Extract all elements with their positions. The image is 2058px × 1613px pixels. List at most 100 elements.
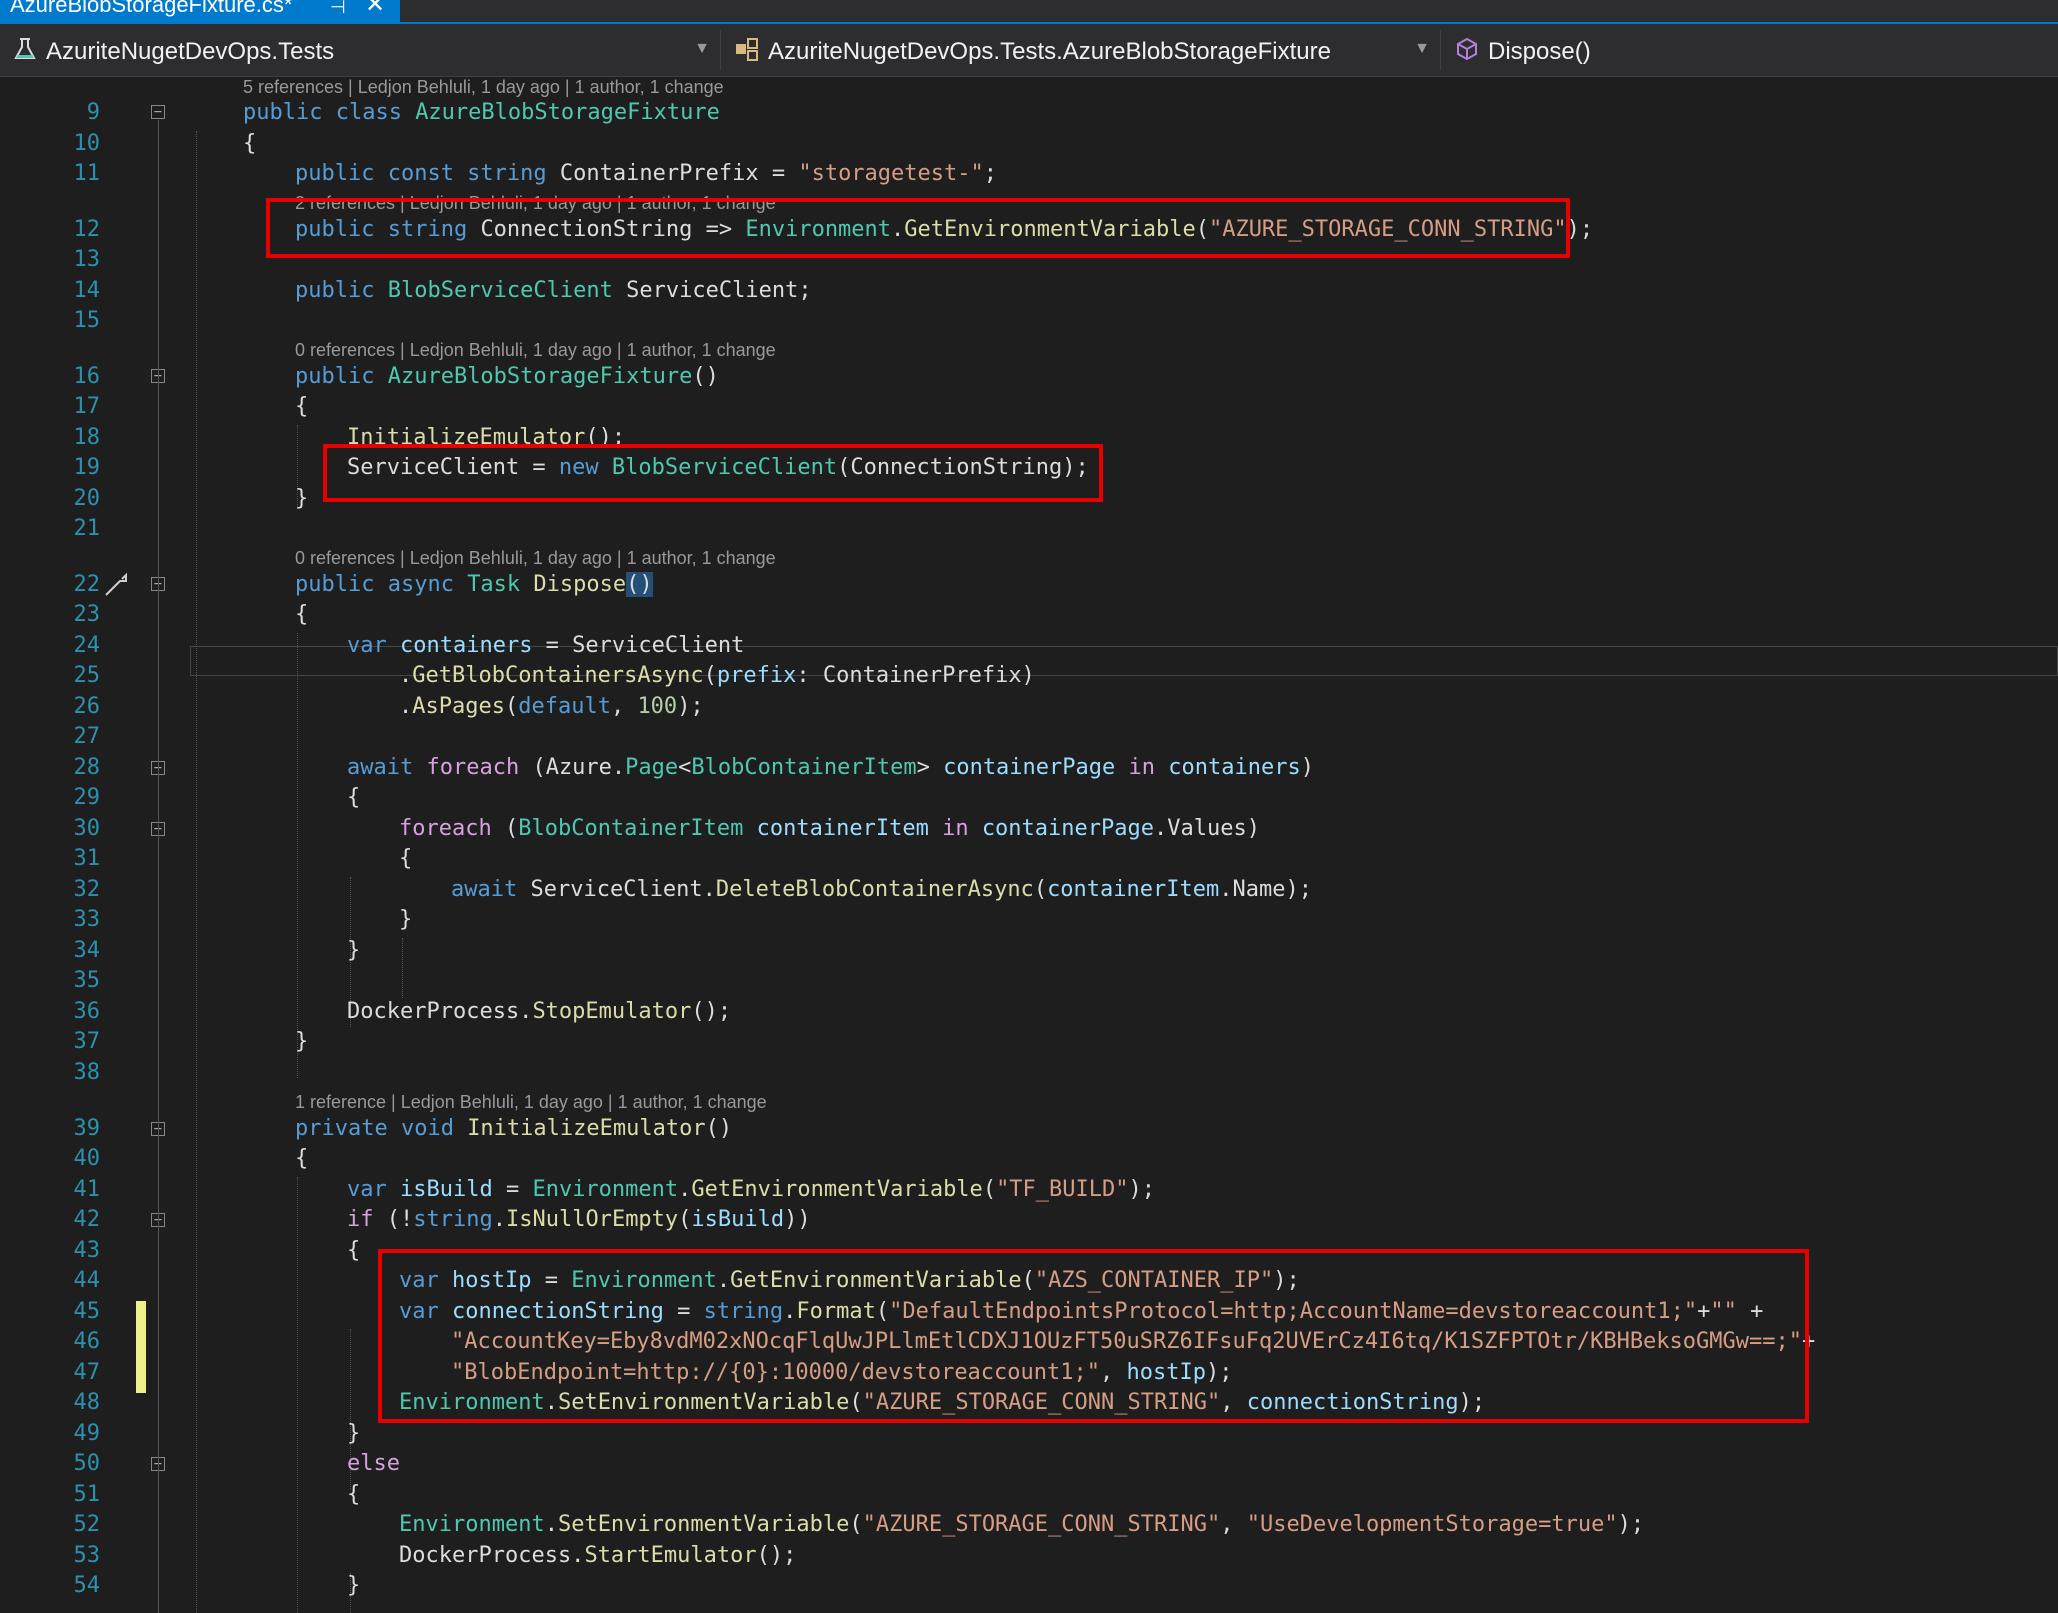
- code-line-31: {: [399, 846, 413, 871]
- highlight-box: [266, 198, 1570, 258]
- code-line-34: }: [347, 938, 361, 963]
- code-line-10: {: [243, 131, 257, 156]
- pin-icon[interactable]: ⊣: [330, 0, 346, 18]
- line-number: 18: [73, 425, 101, 450]
- code-line-9: public class AzureBlobStorageFixture: [243, 100, 720, 125]
- line-number: 37: [73, 1029, 101, 1054]
- code-line-26: .AsPages(default, 100);: [399, 694, 704, 719]
- chevron-down-icon[interactable]: ▼: [1414, 40, 1430, 58]
- line-number: 46: [73, 1329, 101, 1354]
- fold-line: [158, 120, 159, 1613]
- line-number: 25: [73, 663, 101, 688]
- code-line-40: {: [295, 1146, 309, 1171]
- line-number: 39: [73, 1116, 101, 1141]
- codelens[interactable]: 5 references | Ledjon Behluli, 1 day ago…: [243, 77, 724, 98]
- code-line-33: }: [399, 907, 413, 932]
- screwdriver-icon[interactable]: [102, 571, 130, 599]
- navigation-bar: AzuriteNugetDevOps.Tests ▼ AzuriteNugetD…: [0, 24, 2058, 77]
- codelens[interactable]: 0 references | Ledjon Behluli, 1 day ago…: [295, 548, 776, 569]
- line-number: 40: [73, 1146, 101, 1171]
- line-number: 26: [73, 694, 101, 719]
- line-number: 19: [73, 455, 101, 480]
- line-number: 17: [73, 394, 101, 419]
- codelens[interactable]: 1 reference | Ledjon Behluli, 1 day ago …: [295, 1092, 767, 1113]
- line-number: 20: [73, 486, 101, 511]
- line-number: 47: [73, 1360, 101, 1385]
- line-number: 11: [73, 161, 101, 186]
- line-number: 43: [73, 1238, 101, 1263]
- code-line-50: else: [347, 1451, 400, 1476]
- code-line-30: foreach (BlobContainerItem containerItem…: [399, 816, 1260, 841]
- member-dropdown[interactable]: Dispose(): [1442, 30, 2058, 70]
- line-number: 16: [73, 364, 101, 389]
- line-number: 9: [86, 100, 100, 125]
- indent-guide: [297, 633, 298, 1078]
- line-number: 14: [73, 278, 101, 303]
- type-label: AzuriteNugetDevOps.Tests.AzureBlobStorag…: [768, 38, 1331, 65]
- class-icon: [736, 38, 758, 61]
- line-number: 28: [73, 755, 101, 780]
- line-number: 42: [73, 1207, 101, 1232]
- code-line-24: var containers = ServiceClient: [347, 633, 745, 658]
- line-number: 32: [73, 877, 101, 902]
- line-number: 29: [73, 785, 101, 810]
- line-number: 30: [73, 816, 101, 841]
- code-line-42: if (!string.IsNullOrEmpty(isBuild)): [347, 1207, 811, 1232]
- code-line-11: public const string ContainerPrefix = "s…: [295, 161, 998, 186]
- code-line-32: await ServiceClient.DeleteBlobContainerA…: [451, 877, 1312, 902]
- code-line-49: }: [347, 1421, 361, 1446]
- line-number: 33: [73, 907, 101, 932]
- code-line-16: public AzureBlobStorageFixture(): [295, 364, 719, 389]
- indent-guide: [402, 938, 403, 998]
- document-tab[interactable]: AzureBlobStorageFixture.cs* ⊣ ✕: [0, 0, 400, 22]
- code-line-36: DockerProcess.StopEmulator();: [347, 999, 732, 1024]
- type-dropdown[interactable]: AzuriteNugetDevOps.Tests.AzureBlobStorag…: [722, 30, 1441, 70]
- line-number: 51: [73, 1482, 101, 1507]
- project-label: AzuriteNugetDevOps.Tests: [46, 38, 335, 65]
- code-line-43: {: [347, 1238, 361, 1263]
- line-number: 36: [73, 999, 101, 1024]
- code-line-20: }: [295, 486, 309, 511]
- line-number: 23: [73, 602, 101, 627]
- line-number: 22: [73, 572, 101, 597]
- line-number: 12: [73, 217, 101, 242]
- code-line-17: {: [295, 394, 309, 419]
- code-line-39: private void InitializeEmulator(): [295, 1116, 733, 1141]
- line-number: 31: [73, 846, 101, 871]
- close-icon[interactable]: ✕: [365, 0, 385, 17]
- line-number: 35: [73, 968, 101, 993]
- code-line-22: public async Task Dispose(): [295, 572, 653, 597]
- line-number: 49: [73, 1421, 101, 1446]
- code-line-23: {: [295, 602, 309, 627]
- project-dropdown[interactable]: AzuriteNugetDevOps.Tests ▼: [0, 30, 721, 70]
- line-number: 52: [73, 1512, 101, 1537]
- indent-guide: [196, 131, 197, 1613]
- line-number: 54: [73, 1573, 101, 1598]
- code-line-29: {: [347, 785, 361, 810]
- indent-guide: [297, 1177, 298, 1613]
- line-number: 13: [73, 247, 101, 272]
- code-editor[interactable]: 9 10 11 12 13 14 15 16 17 18 19 20 21 22…: [0, 77, 2058, 1613]
- member-label: Dispose(): [1488, 38, 1591, 65]
- collapse-icon[interactable]: −: [151, 105, 165, 119]
- tab-bar: AzureBlobStorageFixture.cs* ⊣ ✕: [0, 0, 2058, 22]
- line-number: 38: [73, 1060, 101, 1085]
- line-number: 44: [73, 1268, 101, 1293]
- method-icon: [1457, 37, 1477, 61]
- codelens[interactable]: 0 references | Ledjon Behluli, 1 day ago…: [295, 340, 776, 361]
- code-line-54: }: [347, 1573, 361, 1598]
- tab-title[interactable]: AzureBlobStorageFixture.cs*: [10, 0, 292, 16]
- test-project-icon: [14, 38, 36, 59]
- line-number: 45: [73, 1299, 101, 1324]
- highlight-box: [378, 1249, 1809, 1423]
- line-number: 48: [73, 1390, 101, 1415]
- code-line-53: DockerProcess.StartEmulator();: [399, 1543, 797, 1568]
- chevron-down-icon[interactable]: ▼: [694, 40, 710, 58]
- line-number: 34: [73, 938, 101, 963]
- line-number: 53: [73, 1543, 101, 1568]
- line-number: 24: [73, 633, 101, 658]
- code-line-52: Environment.SetEnvironmentVariable("AZUR…: [399, 1512, 1645, 1537]
- line-number: 15: [73, 308, 101, 333]
- code-line-51: {: [347, 1482, 361, 1507]
- line-number: 27: [73, 724, 101, 749]
